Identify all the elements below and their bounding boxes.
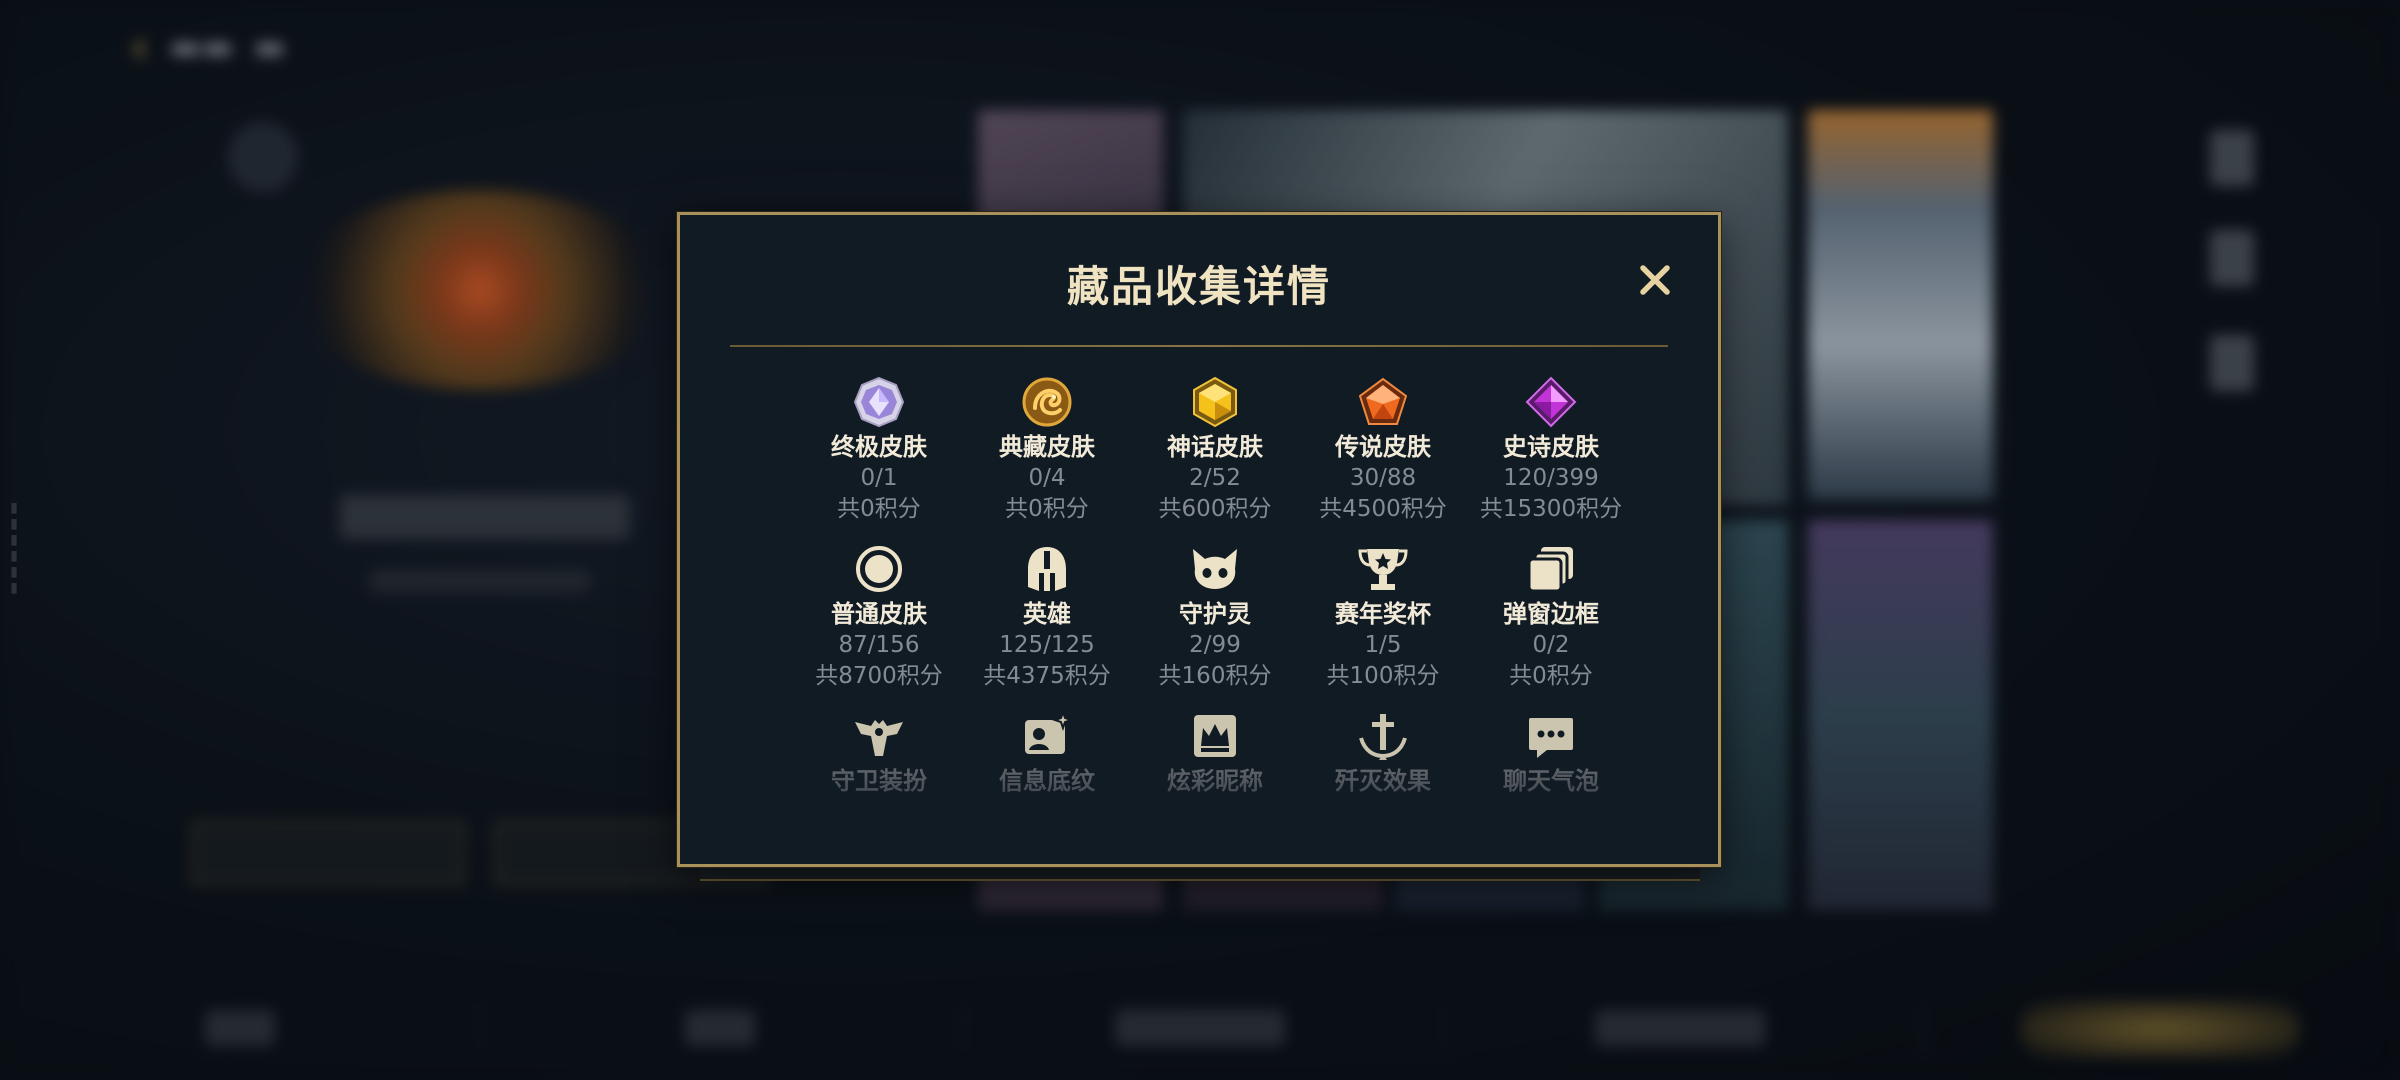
item-points: 共4375积分 <box>983 663 1111 689</box>
item-label: 炫彩昵称 <box>1167 767 1263 795</box>
ultimate-skin-gem-icon <box>853 376 905 428</box>
mythic-skin-gem-icon <box>1193 376 1237 428</box>
legendary-skin-gem-icon <box>1358 377 1408 425</box>
collection-screen: ‹ ▬▬ ▬ ▮▮▮▮▮▮ 藏品收集详情 终极皮肤 0/1 共0积分 典藏皮肤 … <box>0 0 2400 1080</box>
item-label: 信息底纹 <box>999 767 1095 795</box>
item-points: 共15300积分 <box>1479 496 1623 522</box>
item-count: 0/1 <box>860 465 898 491</box>
item-count: 30/88 <box>1349 465 1417 491</box>
dialog-title: 藏品收集详情 <box>1066 262 1331 311</box>
collection-item-legendary-skin[interactable]: 传说皮肤 30/88 共4500积分 <box>1299 373 1467 540</box>
item-points: 共600积分 <box>1158 496 1272 522</box>
collection-item-popup-frame[interactable]: 弹窗边框 0/2 共0积分 <box>1467 540 1635 707</box>
item-count: 0/4 <box>1028 465 1066 491</box>
item-points: 共160积分 <box>1158 663 1272 689</box>
item-label: 传说皮肤 <box>1335 433 1431 461</box>
item-label: 弹窗边框 <box>1503 600 1599 628</box>
info-background-icon <box>1025 710 1073 754</box>
item-label: 赛年奖杯 <box>1335 600 1431 628</box>
collection-item-elimination-effect[interactable]: 歼灭效果 <box>1299 707 1467 874</box>
item-label: 典藏皮肤 <box>999 433 1095 461</box>
collection-item-guardian-spirit[interactable]: 守护灵 2/99 共160积分 <box>1131 540 1299 707</box>
item-points: 共0积分 <box>1509 663 1593 689</box>
item-count: 0/2 <box>1532 632 1570 658</box>
guard-outfit-icon <box>855 720 903 756</box>
collection-grid: 终极皮肤 0/1 共0积分 典藏皮肤 0/4 共0积分 神话皮肤 2/52 共6… <box>795 373 1635 874</box>
close-icon <box>1640 265 1670 295</box>
collection-item-hero[interactable]: 英雄 125/125 共4375积分 <box>963 540 1131 707</box>
item-label: 终极皮肤 <box>831 433 927 461</box>
item-label: 英雄 <box>1023 600 1071 628</box>
common-skin-ring-icon <box>856 546 902 592</box>
collection-item-collector-skin[interactable]: 典藏皮肤 0/4 共0积分 <box>963 373 1131 540</box>
collection-item-info-background[interactable]: 信息底纹 <box>963 707 1131 874</box>
item-points: 共100积分 <box>1326 663 1440 689</box>
item-label: 神话皮肤 <box>1167 433 1263 461</box>
collection-item-colorful-nickname[interactable]: 炫彩昵称 <box>1131 707 1299 874</box>
elimination-effect-icon <box>1359 714 1407 760</box>
item-label: 歼灭效果 <box>1335 767 1431 795</box>
item-label: 守护灵 <box>1179 600 1251 628</box>
item-label: 守卫装扮 <box>831 767 927 795</box>
close-button[interactable] <box>1632 257 1678 303</box>
item-points: 共4500积分 <box>1319 496 1447 522</box>
collector-skin-dragon-icon <box>1022 377 1072 427</box>
hero-helmet-icon <box>1028 547 1066 591</box>
item-count: 1/5 <box>1364 632 1402 658</box>
title-divider <box>730 345 1668 347</box>
item-points: 共0积分 <box>837 496 921 522</box>
item-label: 聊天气泡 <box>1503 767 1599 795</box>
epic-skin-gem-icon <box>1525 376 1577 428</box>
item-count: 2/52 <box>1189 465 1241 491</box>
popup-frame-icon <box>1527 547 1573 593</box>
item-label: 史诗皮肤 <box>1503 433 1599 461</box>
colorful-nickname-icon <box>1194 715 1236 757</box>
collection-details-dialog: 藏品收集详情 终极皮肤 0/1 共0积分 典藏皮肤 0/4 共0积分 神话皮肤 … <box>677 212 1721 867</box>
guardian-spirit-icon <box>1193 549 1237 589</box>
item-count: 125/125 <box>999 632 1095 658</box>
collection-item-common-skin[interactable]: 普通皮肤 87/156 共8700积分 <box>795 540 963 707</box>
collection-item-ultimate-skin[interactable]: 终极皮肤 0/1 共0积分 <box>795 373 963 540</box>
collection-item-chat-bubble[interactable]: 聊天气泡 <box>1467 707 1635 874</box>
item-count: 2/99 <box>1189 632 1241 658</box>
season-trophy-icon <box>1358 549 1408 590</box>
item-label: 普通皮肤 <box>831 600 927 628</box>
item-count: 120/399 <box>1503 465 1599 491</box>
item-points: 共8700积分 <box>815 663 943 689</box>
collection-item-epic-skin[interactable]: 史诗皮肤 120/399 共15300积分 <box>1467 373 1635 540</box>
collection-item-season-trophy[interactable]: 赛年奖杯 1/5 共100积分 <box>1299 540 1467 707</box>
item-count: 87/156 <box>838 632 920 658</box>
collection-item-guard-outfit[interactable]: 守卫装扮 <box>795 707 963 874</box>
collection-item-mythic-skin[interactable]: 神话皮肤 2/52 共600积分 <box>1131 373 1299 540</box>
chat-bubble-icon <box>1529 718 1573 758</box>
item-points: 共0积分 <box>1005 496 1089 522</box>
